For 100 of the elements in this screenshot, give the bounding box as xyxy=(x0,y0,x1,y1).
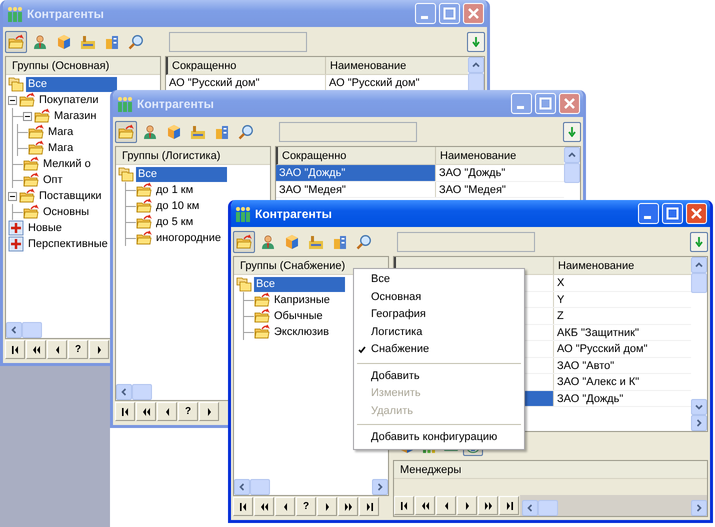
scroll-left-button[interactable] xyxy=(6,322,22,338)
maximize-icon xyxy=(666,207,679,220)
tree-item[interactable]: Эксклюзив xyxy=(272,324,331,340)
navigator-button[interactable] xyxy=(359,497,379,516)
input-field[interactable] xyxy=(397,232,535,252)
scroll-right-button[interactable] xyxy=(691,415,707,431)
navigator-button[interactable] xyxy=(89,340,109,359)
column-header[interactable]: Сокращенно xyxy=(168,57,326,74)
navigator-button[interactable] xyxy=(338,497,358,516)
minimize-button[interactable] xyxy=(638,203,659,224)
tree-item[interactable]: Все xyxy=(136,166,227,182)
tree-item[interactable]: Новые xyxy=(26,220,64,236)
tree-item[interactable]: Основны xyxy=(41,204,92,220)
scrollbar-thumb[interactable] xyxy=(22,322,42,338)
scroll-up-button[interactable] xyxy=(468,57,484,73)
table-cell[interactable]: ЗАО "Медея" xyxy=(276,182,435,197)
navigator-button[interactable] xyxy=(26,340,46,359)
scroll-up-button[interactable] xyxy=(564,147,580,163)
navigator-button[interactable] xyxy=(275,497,295,516)
arrow-down-icon xyxy=(472,36,480,46)
close-button[interactable] xyxy=(686,203,707,224)
menu-item[interactable]: Добавить конфигурацию xyxy=(354,429,524,446)
scroll-left-button[interactable] xyxy=(234,479,250,495)
navigator-button[interactable] xyxy=(478,496,498,515)
column-header[interactable]: Наименование xyxy=(436,147,564,164)
navigator-button[interactable] xyxy=(5,340,25,359)
input-field[interactable] xyxy=(279,122,417,142)
tree-item[interactable]: Опт xyxy=(41,172,65,188)
navigator-button[interactable] xyxy=(317,497,337,516)
tree-item[interactable]: Обычные xyxy=(272,308,325,324)
navigator-button[interactable] xyxy=(233,497,253,516)
maximize-button[interactable] xyxy=(439,3,460,24)
down-arrow-button[interactable] xyxy=(467,32,485,52)
tree-item[interactable]: Все xyxy=(26,76,117,92)
scroll-up-button[interactable] xyxy=(691,257,707,273)
navigator-button[interactable] xyxy=(199,402,219,421)
tree-item[interactable]: Покупатели xyxy=(37,92,101,108)
scroll-left-button[interactable] xyxy=(116,384,132,400)
tree-item[interactable]: Магазин xyxy=(52,108,98,124)
tree-item[interactable]: Мага xyxy=(46,140,76,156)
scrollbar-thumb[interactable] xyxy=(538,500,558,516)
navigator-button[interactable]: ? xyxy=(68,340,88,359)
menu-item[interactable]: Логистика xyxy=(354,324,524,341)
down-arrow-button[interactable] xyxy=(690,232,708,252)
close-button[interactable] xyxy=(559,93,580,114)
menu-item[interactable]: Добавить xyxy=(354,368,524,385)
scroll-left-button[interactable] xyxy=(522,500,538,516)
navigator-button[interactable] xyxy=(254,497,274,516)
navigator-button[interactable] xyxy=(115,402,135,421)
tree-item[interactable]: Поставщики xyxy=(37,188,104,204)
menu-item[interactable]: Снабжение xyxy=(354,341,524,358)
toolbar-button[interactable] xyxy=(5,30,27,52)
menu-item[interactable]: Основная xyxy=(354,288,524,306)
input-field[interactable] xyxy=(169,32,307,52)
toolbar-button[interactable] xyxy=(115,120,137,142)
navigator-button[interactable] xyxy=(157,402,177,421)
table-cell[interactable]: АО "Русский дом" xyxy=(166,75,325,90)
tree-item[interactable]: Капризные xyxy=(272,292,332,308)
navigator-button[interactable] xyxy=(436,496,456,515)
maximize-button[interactable] xyxy=(535,93,556,114)
navigator-button[interactable] xyxy=(47,340,67,359)
scroll-down-button[interactable] xyxy=(691,399,707,415)
tree-item[interactable]: до 5 км xyxy=(154,214,196,230)
scrollbar-thumb[interactable] xyxy=(564,163,580,183)
table-cell[interactable]: ЗАО "Дождь" xyxy=(276,165,435,180)
collapse-icon[interactable] xyxy=(8,192,19,200)
collapse-icon[interactable] xyxy=(8,96,19,104)
menu-item[interactable]: География xyxy=(354,306,524,324)
tree-item[interactable]: до 1 км xyxy=(154,182,196,198)
navigator-button[interactable]: ? xyxy=(178,402,198,421)
navigator-button[interactable] xyxy=(499,496,519,515)
table-cell-text: Y xyxy=(556,292,566,307)
navigator-button[interactable] xyxy=(394,496,414,515)
close-button[interactable] xyxy=(463,3,484,24)
tree-item[interactable]: Перспективные xyxy=(26,236,110,252)
scrollbar-thumb[interactable] xyxy=(691,273,707,293)
scrollbar-thumb[interactable] xyxy=(250,479,270,495)
navigator-button[interactable] xyxy=(415,496,435,515)
column-header[interactable]: Наименование xyxy=(326,57,468,74)
collapse-icon[interactable] xyxy=(23,112,34,120)
navigator-button[interactable] xyxy=(136,402,156,421)
title-bar[interactable]: Контрагенты xyxy=(231,200,710,227)
minimize-button[interactable] xyxy=(415,3,436,24)
navigator-button[interactable] xyxy=(457,496,477,515)
navigator-button[interactable]: ? xyxy=(296,497,316,516)
tree-item[interactable]: Все xyxy=(254,276,345,292)
tree-item[interactable]: до 10 км xyxy=(154,198,202,214)
scroll-right-button[interactable] xyxy=(691,500,707,516)
chevron-icon xyxy=(120,388,128,396)
tree-item[interactable]: Мелкий о xyxy=(41,156,93,172)
down-arrow-button[interactable] xyxy=(563,122,581,142)
tree-item[interactable]: Мага xyxy=(46,124,76,140)
chevron-icon xyxy=(695,504,703,512)
scroll-right-button[interactable] xyxy=(372,479,388,495)
tree-item[interactable]: иногородние xyxy=(154,230,223,246)
column-header[interactable]: Сокращенно xyxy=(278,147,436,164)
toolbar-button[interactable] xyxy=(233,230,255,252)
scrollbar-thumb[interactable] xyxy=(132,384,152,400)
maximize-button[interactable] xyxy=(662,203,683,224)
minimize-button[interactable] xyxy=(511,93,532,114)
